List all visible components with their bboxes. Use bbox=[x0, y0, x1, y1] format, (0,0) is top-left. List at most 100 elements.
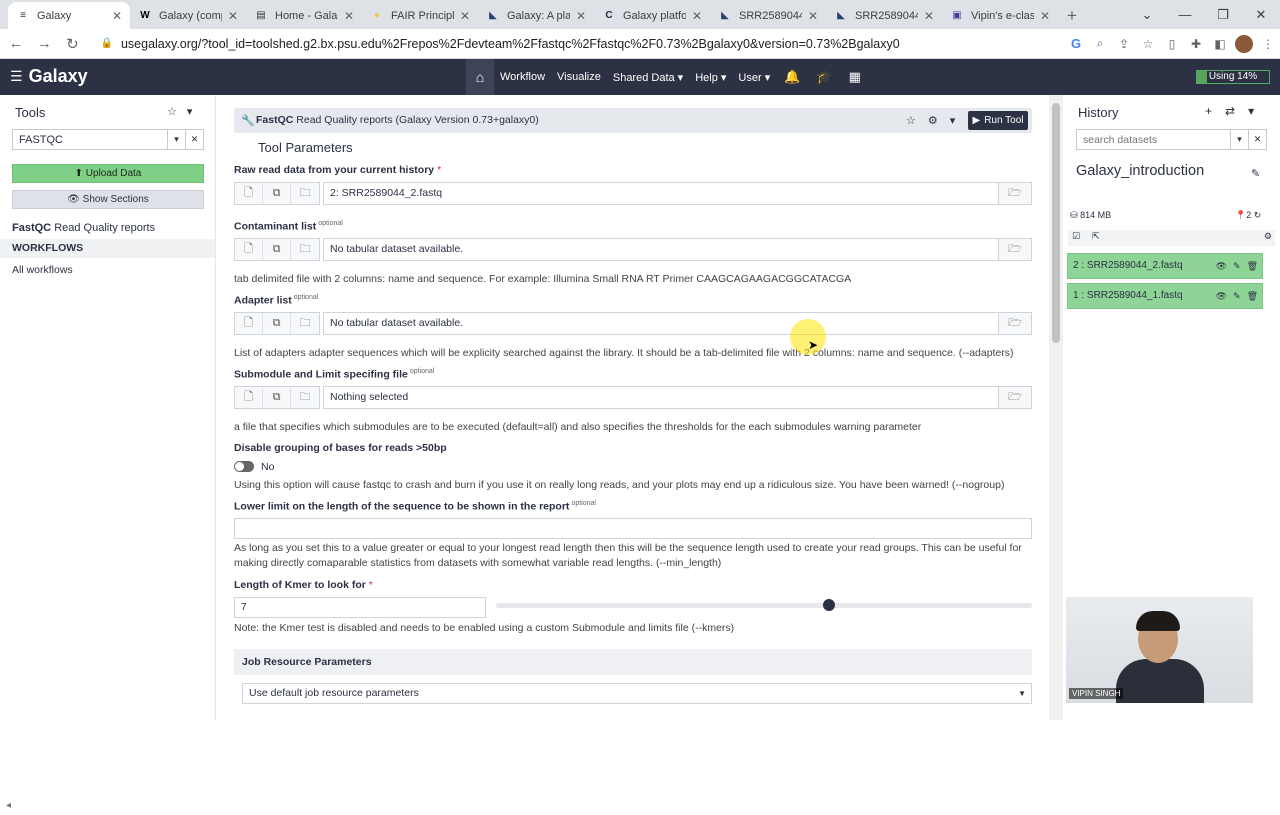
browser-tab[interactable]: ◣ SRR2589044 ✕ bbox=[710, 2, 826, 29]
kmer-input[interactable]: 7 bbox=[234, 597, 486, 618]
advanced-search-icon[interactable]: ▾ bbox=[167, 130, 185, 149]
home-icon[interactable]: ⌂ bbox=[466, 59, 494, 95]
share-icon[interactable]: ⇪ bbox=[1112, 32, 1136, 56]
browser-tab[interactable]: ● FAIR Principle ✕ bbox=[362, 2, 478, 29]
all-workflows-link[interactable]: All workflows bbox=[12, 264, 73, 276]
contaminant-select[interactable]: No tabular dataset available.▼ bbox=[323, 238, 1013, 261]
minimize-icon[interactable]: — bbox=[1166, 0, 1204, 29]
favorites-star-icon[interactable]: ☆ bbox=[167, 105, 177, 118]
show-sections-button[interactable]: 👁 Show Sections bbox=[12, 190, 204, 209]
raw-read-select[interactable]: 2: SRR2589044_2.fastq▼ bbox=[323, 182, 1013, 205]
tools-options-caret-icon[interactable]: ▾ bbox=[187, 105, 193, 118]
tool-options-caret-icon[interactable]: ▾ bbox=[950, 114, 956, 127]
close-tab-icon[interactable]: ✕ bbox=[228, 9, 238, 23]
browser-tab[interactable]: ▤ Home - Gala ✕ bbox=[246, 2, 362, 29]
close-tab-icon[interactable]: ✕ bbox=[576, 9, 586, 23]
eye-icon[interactable]: 👁 bbox=[1216, 254, 1227, 278]
tool-options-icon[interactable]: ⚙ bbox=[928, 114, 938, 127]
nav-user[interactable]: User ▾ bbox=[732, 71, 776, 84]
clear-search-icon[interactable]: ✕ bbox=[1248, 130, 1266, 149]
extensions-puzzle-icon[interactable]: ✚ bbox=[1184, 32, 1208, 56]
close-tab-icon[interactable]: ✕ bbox=[808, 9, 818, 23]
history-count[interactable]: 📍2 ↻ bbox=[1235, 210, 1261, 221]
trash-icon[interactable]: 🗑 bbox=[1247, 284, 1258, 308]
kmer-slider-track[interactable] bbox=[496, 603, 1032, 608]
tab-search-icon[interactable]: ⌄ bbox=[1128, 0, 1166, 29]
scroll-left-icon[interactable]: ◂ bbox=[6, 800, 11, 811]
close-tab-icon[interactable]: ✕ bbox=[692, 9, 702, 23]
close-tab-icon[interactable]: ✕ bbox=[1040, 9, 1050, 23]
lock-icon[interactable]: 🔒 bbox=[101, 38, 113, 49]
browser-tab[interactable]: ◣ SRR2589044 ✕ bbox=[826, 2, 942, 29]
submodule-select[interactable]: Nothing selected▼ bbox=[323, 386, 1013, 409]
single-dataset-icon[interactable]: 🗋 bbox=[235, 387, 263, 408]
dataset-collection-icon[interactable]: 🗀 bbox=[291, 387, 319, 408]
reload-icon[interactable]: ↻ bbox=[60, 31, 84, 57]
galaxy-brand[interactable]: ☰ Galaxy bbox=[10, 66, 88, 87]
center-scrollbar[interactable] bbox=[1049, 95, 1063, 720]
collapse-expand-icon[interactable]: ⇱ bbox=[1092, 231, 1100, 242]
pencil-icon[interactable]: ✎ bbox=[1233, 284, 1241, 308]
eye-icon[interactable]: 👁 bbox=[1216, 284, 1227, 308]
back-icon[interactable]: ← bbox=[4, 31, 28, 57]
select-all-checkbox-icon[interactable]: ☑ bbox=[1072, 231, 1080, 242]
nav-visualize[interactable]: Visualize bbox=[551, 71, 607, 83]
close-tab-icon[interactable]: ✕ bbox=[112, 9, 122, 23]
nav-workflow[interactable]: Workflow bbox=[494, 71, 551, 83]
close-window-icon[interactable]: ✕ bbox=[1242, 0, 1280, 29]
history-name[interactable]: Galaxy_introduction bbox=[1076, 163, 1204, 179]
upload-data-button[interactable]: ⬆ Upload Data bbox=[12, 164, 204, 183]
browser-tab[interactable]: ≡ Galaxy ✕ bbox=[8, 2, 130, 29]
browser-tab[interactable]: ▣ Vipin's e-clas ✕ bbox=[942, 2, 1058, 29]
forward-icon[interactable]: → bbox=[32, 31, 56, 57]
multiple-datasets-icon[interactable]: ⧉ bbox=[263, 387, 291, 408]
trash-icon[interactable]: 🗑 bbox=[1247, 254, 1258, 278]
url-bar[interactable]: 🔒 usegalaxy.org/?tool_id=toolshed.g2.bx.… bbox=[93, 32, 1060, 56]
google-icon[interactable]: G bbox=[1064, 32, 1088, 56]
browser-tab[interactable]: C Galaxy platfor ✕ bbox=[594, 2, 710, 29]
advanced-search-icon[interactable]: ▾ bbox=[1230, 130, 1248, 149]
center-scrollbar-thumb[interactable] bbox=[1052, 103, 1060, 343]
side-panel-icon[interactable]: ◧ bbox=[1208, 32, 1232, 56]
favorite-tool-star-icon[interactable]: ☆ bbox=[906, 114, 916, 127]
browse-datasets-icon[interactable]: 🗁 bbox=[998, 312, 1032, 335]
browser-tab[interactable]: W Galaxy (comp ✕ bbox=[130, 2, 246, 29]
multiple-datasets-icon[interactable]: ⧉ bbox=[263, 239, 291, 260]
job-resource-header[interactable]: Job Resource Parameters bbox=[234, 649, 1032, 675]
nav-help[interactable]: Help ▾ bbox=[689, 71, 732, 84]
close-tab-icon[interactable]: ✕ bbox=[344, 9, 354, 23]
restore-icon[interactable]: ❐ bbox=[1204, 0, 1242, 29]
browse-datasets-icon[interactable]: 🗁 bbox=[998, 386, 1032, 409]
create-history-icon[interactable]: + bbox=[1205, 104, 1212, 118]
browse-datasets-icon[interactable]: 🗁 bbox=[998, 238, 1032, 261]
close-tab-icon[interactable]: ✕ bbox=[924, 9, 934, 23]
kmer-slider-handle[interactable] bbox=[823, 599, 835, 611]
bookmark-star-icon[interactable]: ☆ bbox=[1136, 32, 1160, 56]
nogroup-toggle[interactable] bbox=[234, 461, 254, 472]
clear-search-icon[interactable]: ✕ bbox=[185, 130, 203, 149]
history-dataset-item[interactable]: 1 : SRR2589044_1.fastq 👁 ✎ 🗑 bbox=[1067, 283, 1263, 309]
browse-datasets-icon[interactable]: 🗁 bbox=[998, 182, 1032, 205]
tool-search-input[interactable] bbox=[13, 130, 167, 149]
history-dataset-item[interactable]: 2 : SRR2589044_2.fastq 👁 ✎ 🗑 bbox=[1067, 253, 1263, 279]
single-dataset-icon[interactable]: 🗋 bbox=[235, 239, 263, 260]
new-tab-button[interactable]: + bbox=[1058, 2, 1086, 29]
browser-tab[interactable]: ◣ Galaxy: A platf ✕ bbox=[478, 2, 594, 29]
browser-menu-icon[interactable]: ⋮ bbox=[1256, 32, 1280, 56]
training-cap-icon[interactable]: 🎓 bbox=[808, 69, 840, 85]
apps-grid-icon[interactable]: ▦ bbox=[841, 69, 869, 85]
adapter-select[interactable]: No tabular dataset available.▼ bbox=[323, 312, 1013, 335]
tool-item-fastqc[interactable]: FastQC Read Quality reports bbox=[12, 222, 155, 234]
quota-meter[interactable]: Using 14% bbox=[1196, 70, 1270, 84]
history-filter-gear-icon[interactable]: ⚙ bbox=[1264, 231, 1272, 242]
notifications-bell-icon[interactable]: 🔔 bbox=[776, 69, 808, 85]
history-options-caret-icon[interactable]: ▾ bbox=[1248, 104, 1254, 118]
dataset-collection-icon[interactable]: 🗀 bbox=[291, 183, 319, 204]
run-tool-button[interactable]: ▶ Run Tool bbox=[968, 111, 1028, 130]
dataset-collection-icon[interactable]: 🗀 bbox=[291, 239, 319, 260]
switch-history-icon[interactable]: ⇄ bbox=[1225, 104, 1235, 118]
close-tab-icon[interactable]: ✕ bbox=[460, 9, 470, 23]
edit-pencil-icon[interactable]: ✎ bbox=[1251, 167, 1260, 180]
reading-list-icon[interactable]: ▯ bbox=[1160, 32, 1184, 56]
zoom-icon[interactable]: ⌕ bbox=[1088, 32, 1112, 56]
